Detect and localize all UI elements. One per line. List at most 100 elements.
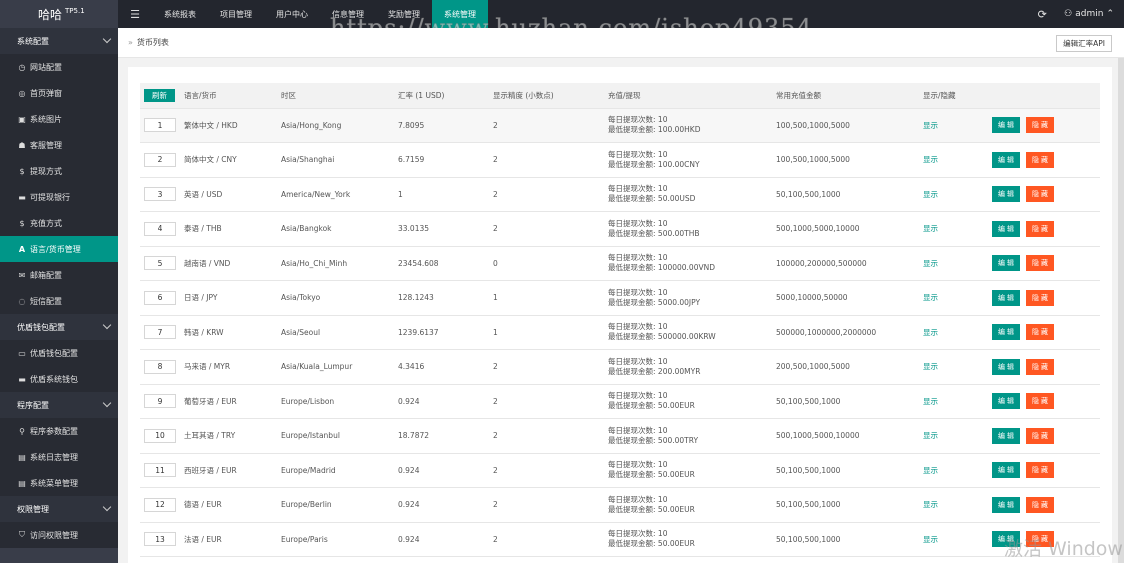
- sidebar-item[interactable]: $ 充值方式: [0, 210, 118, 236]
- sidebar-item[interactable]: ▬ 可提现银行: [0, 184, 118, 210]
- app-logo[interactable]: 哈哈 TP5.1: [0, 0, 118, 28]
- sidebar-item[interactable]: ✉ 邮箱配置: [0, 262, 118, 288]
- daily-withdraw-value: 10: [657, 494, 668, 504]
- table-row: 13 法语 / EUR Europe/Paris 0.924 2 每日提现次数: 10 最低…: [140, 522, 1100, 557]
- hide-button[interactable]: 隐 藏: [1026, 358, 1054, 375]
- sidebar-group[interactable]: 系统配置: [0, 28, 118, 54]
- edit-button[interactable]: 编 辑: [992, 462, 1020, 479]
- edit-button[interactable]: 编 辑: [992, 393, 1020, 410]
- min-withdraw-label: 最低提现金额:: [608, 332, 658, 342]
- edit-button[interactable]: 编 辑: [992, 496, 1020, 513]
- sidebar-item[interactable]: ▤ 系统日志管理: [0, 444, 118, 470]
- sort-order-input[interactable]: 10: [144, 428, 176, 443]
- column-header: 常用充值金额: [772, 83, 919, 109]
- sort-order-input[interactable]: 4: [144, 221, 176, 236]
- breadcrumb-arrow-icon: »: [128, 38, 133, 47]
- sort-order-input[interactable]: 11: [144, 463, 176, 478]
- sidebar-group[interactable]: 优盾钱包配置: [0, 314, 118, 340]
- sidebar-item[interactable]: ▬ 优盾系统钱包: [0, 366, 118, 392]
- sort-cell: 6: [140, 281, 180, 316]
- daily-withdraw-value: 10: [657, 529, 668, 539]
- hide-button[interactable]: 隐 藏: [1026, 462, 1054, 479]
- sort-order-input[interactable]: 5: [144, 256, 176, 271]
- edit-button[interactable]: 编 辑: [992, 324, 1020, 341]
- daily-withdraw-times: 每日提现次数: 10: [608, 391, 772, 401]
- sidebar-item[interactable]: ◷ 网站配置: [0, 54, 118, 80]
- top-nav-item[interactable]: 用户中心: [264, 0, 320, 28]
- exchange-rate-cell: 7.8095: [398, 120, 425, 130]
- top-nav-item[interactable]: 系统管理: [432, 0, 488, 28]
- visibility-status: 显示: [923, 293, 938, 303]
- sidebar-item[interactable]: ◎ 首页弹窗: [0, 80, 118, 106]
- sidebar-item-icon: ▤: [18, 478, 26, 488]
- sort-order-input[interactable]: 6: [144, 290, 176, 305]
- sort-order-input[interactable]: 13: [144, 532, 176, 547]
- daily-withdraw-value: 10: [657, 184, 668, 194]
- sort-cell: 11: [140, 453, 180, 488]
- edit-exchange-api-button[interactable]: 编辑汇率API: [1056, 35, 1112, 52]
- sort-order-input[interactable]: 7: [144, 325, 176, 340]
- edit-button[interactable]: 编 辑: [992, 427, 1020, 444]
- min-withdraw-label: 最低提现金额:: [608, 228, 658, 238]
- table-row: 10 土耳其语 / TRY Europe/Istanbul 18.7872 2 每日提现次…: [140, 419, 1100, 453]
- sort-order-input[interactable]: 1: [144, 118, 176, 133]
- sidebar-item[interactable]: A 语言/货币管理: [0, 236, 118, 262]
- hide-button[interactable]: 隐 藏: [1026, 151, 1054, 168]
- table-row: 12 德语 / EUR Europe/Berlin 0.924 2 每日提现次数: 10 最…: [140, 488, 1100, 522]
- edit-button[interactable]: 编 辑: [992, 255, 1020, 272]
- sidebar-item[interactable]: ⚲ 程序参数配置: [0, 418, 118, 444]
- daily-withdraw-value: 10: [657, 253, 668, 263]
- sidebar-group[interactable]: 程序配置: [0, 392, 118, 418]
- table-row: 2 简体中文 / CNY Asia/Shanghai 6.7159 2 每日提现次数: 1…: [140, 143, 1100, 177]
- hide-button[interactable]: 隐 藏: [1026, 186, 1054, 203]
- common-amounts-cell: 200,500,1000,5000: [776, 362, 850, 372]
- edit-button[interactable]: 编 辑: [992, 289, 1020, 306]
- edit-button[interactable]: 编 辑: [992, 186, 1020, 203]
- sidebar-item[interactable]: $ 提现方式: [0, 158, 118, 184]
- top-nav-item[interactable]: 信息管理: [320, 0, 376, 28]
- sidebar-item[interactable]: ⛉ 访问权限管理: [0, 522, 118, 548]
- hide-button[interactable]: 隐 藏: [1026, 220, 1054, 237]
- user-menu[interactable]: ⚇ admin ⌃: [1056, 9, 1124, 19]
- sidebar-item[interactable]: ☗ 客服管理: [0, 132, 118, 158]
- recharge-withdraw-cell: 每日提现次数: 10 最低提现金额: 50.00EUR: [604, 453, 772, 488]
- min-withdraw-amount: 最低提现金额: 500.00THB: [608, 229, 772, 239]
- daily-withdraw-value: 10: [657, 149, 668, 159]
- sidebar-item[interactable]: ▭ 优盾钱包配置: [0, 340, 118, 366]
- top-nav-item[interactable]: 奖励管理: [376, 0, 432, 28]
- sidebar-group[interactable]: 权限管理: [0, 496, 118, 522]
- sidebar-item-label: 系统菜单管理: [30, 478, 78, 488]
- hide-button[interactable]: 隐 藏: [1026, 393, 1054, 410]
- sidebar-item-icon: ◷: [18, 62, 26, 72]
- precision-cell: 1: [493, 327, 498, 337]
- common-amounts-cell: 100,500,1000,5000: [776, 120, 850, 130]
- sidebar-item[interactable]: ◌ 短信配置: [0, 288, 118, 314]
- top-nav-item[interactable]: 项目管理: [208, 0, 264, 28]
- table-row: 5 越南语 / VND Asia/Ho_Chi_Minh 23454.608 0 每日提现…: [140, 246, 1100, 281]
- sort-order-input[interactable]: 9: [144, 394, 176, 409]
- sort-order-input[interactable]: 2: [144, 152, 176, 167]
- sort-order-input[interactable]: 12: [144, 497, 176, 512]
- hide-button[interactable]: 隐 藏: [1026, 255, 1054, 272]
- hide-button[interactable]: 隐 藏: [1026, 117, 1054, 134]
- sidebar-item-icon: ◌: [18, 296, 26, 306]
- edit-button[interactable]: 编 辑: [992, 151, 1020, 168]
- edit-button[interactable]: 编 辑: [992, 358, 1020, 375]
- sidebar-item[interactable]: ▣ 系统图片: [0, 106, 118, 132]
- sort-order-input[interactable]: 3: [144, 187, 176, 202]
- hide-button[interactable]: 隐 藏: [1026, 427, 1054, 444]
- edit-button[interactable]: 编 辑: [992, 117, 1020, 134]
- refresh-icon[interactable]: ⟳: [1028, 8, 1056, 21]
- refresh-sort-button[interactable]: 刷新: [144, 88, 175, 102]
- sort-order-input[interactable]: 8: [144, 359, 176, 374]
- timezone-cell: Asia/Seoul: [281, 327, 321, 337]
- top-nav-item[interactable]: 系统报表: [152, 0, 208, 28]
- menu-toggle-icon[interactable]: ☰: [118, 0, 152, 28]
- hide-button[interactable]: 隐 藏: [1026, 289, 1054, 306]
- hide-button[interactable]: 隐 藏: [1026, 324, 1054, 341]
- hide-button[interactable]: 隐 藏: [1026, 496, 1054, 513]
- sidebar-item[interactable]: ▤ 系统菜单管理: [0, 470, 118, 496]
- page-scrollbar[interactable]: [1118, 58, 1124, 563]
- sidebar-group-label: 系统配置: [17, 36, 49, 46]
- edit-button[interactable]: 编 辑: [992, 220, 1020, 237]
